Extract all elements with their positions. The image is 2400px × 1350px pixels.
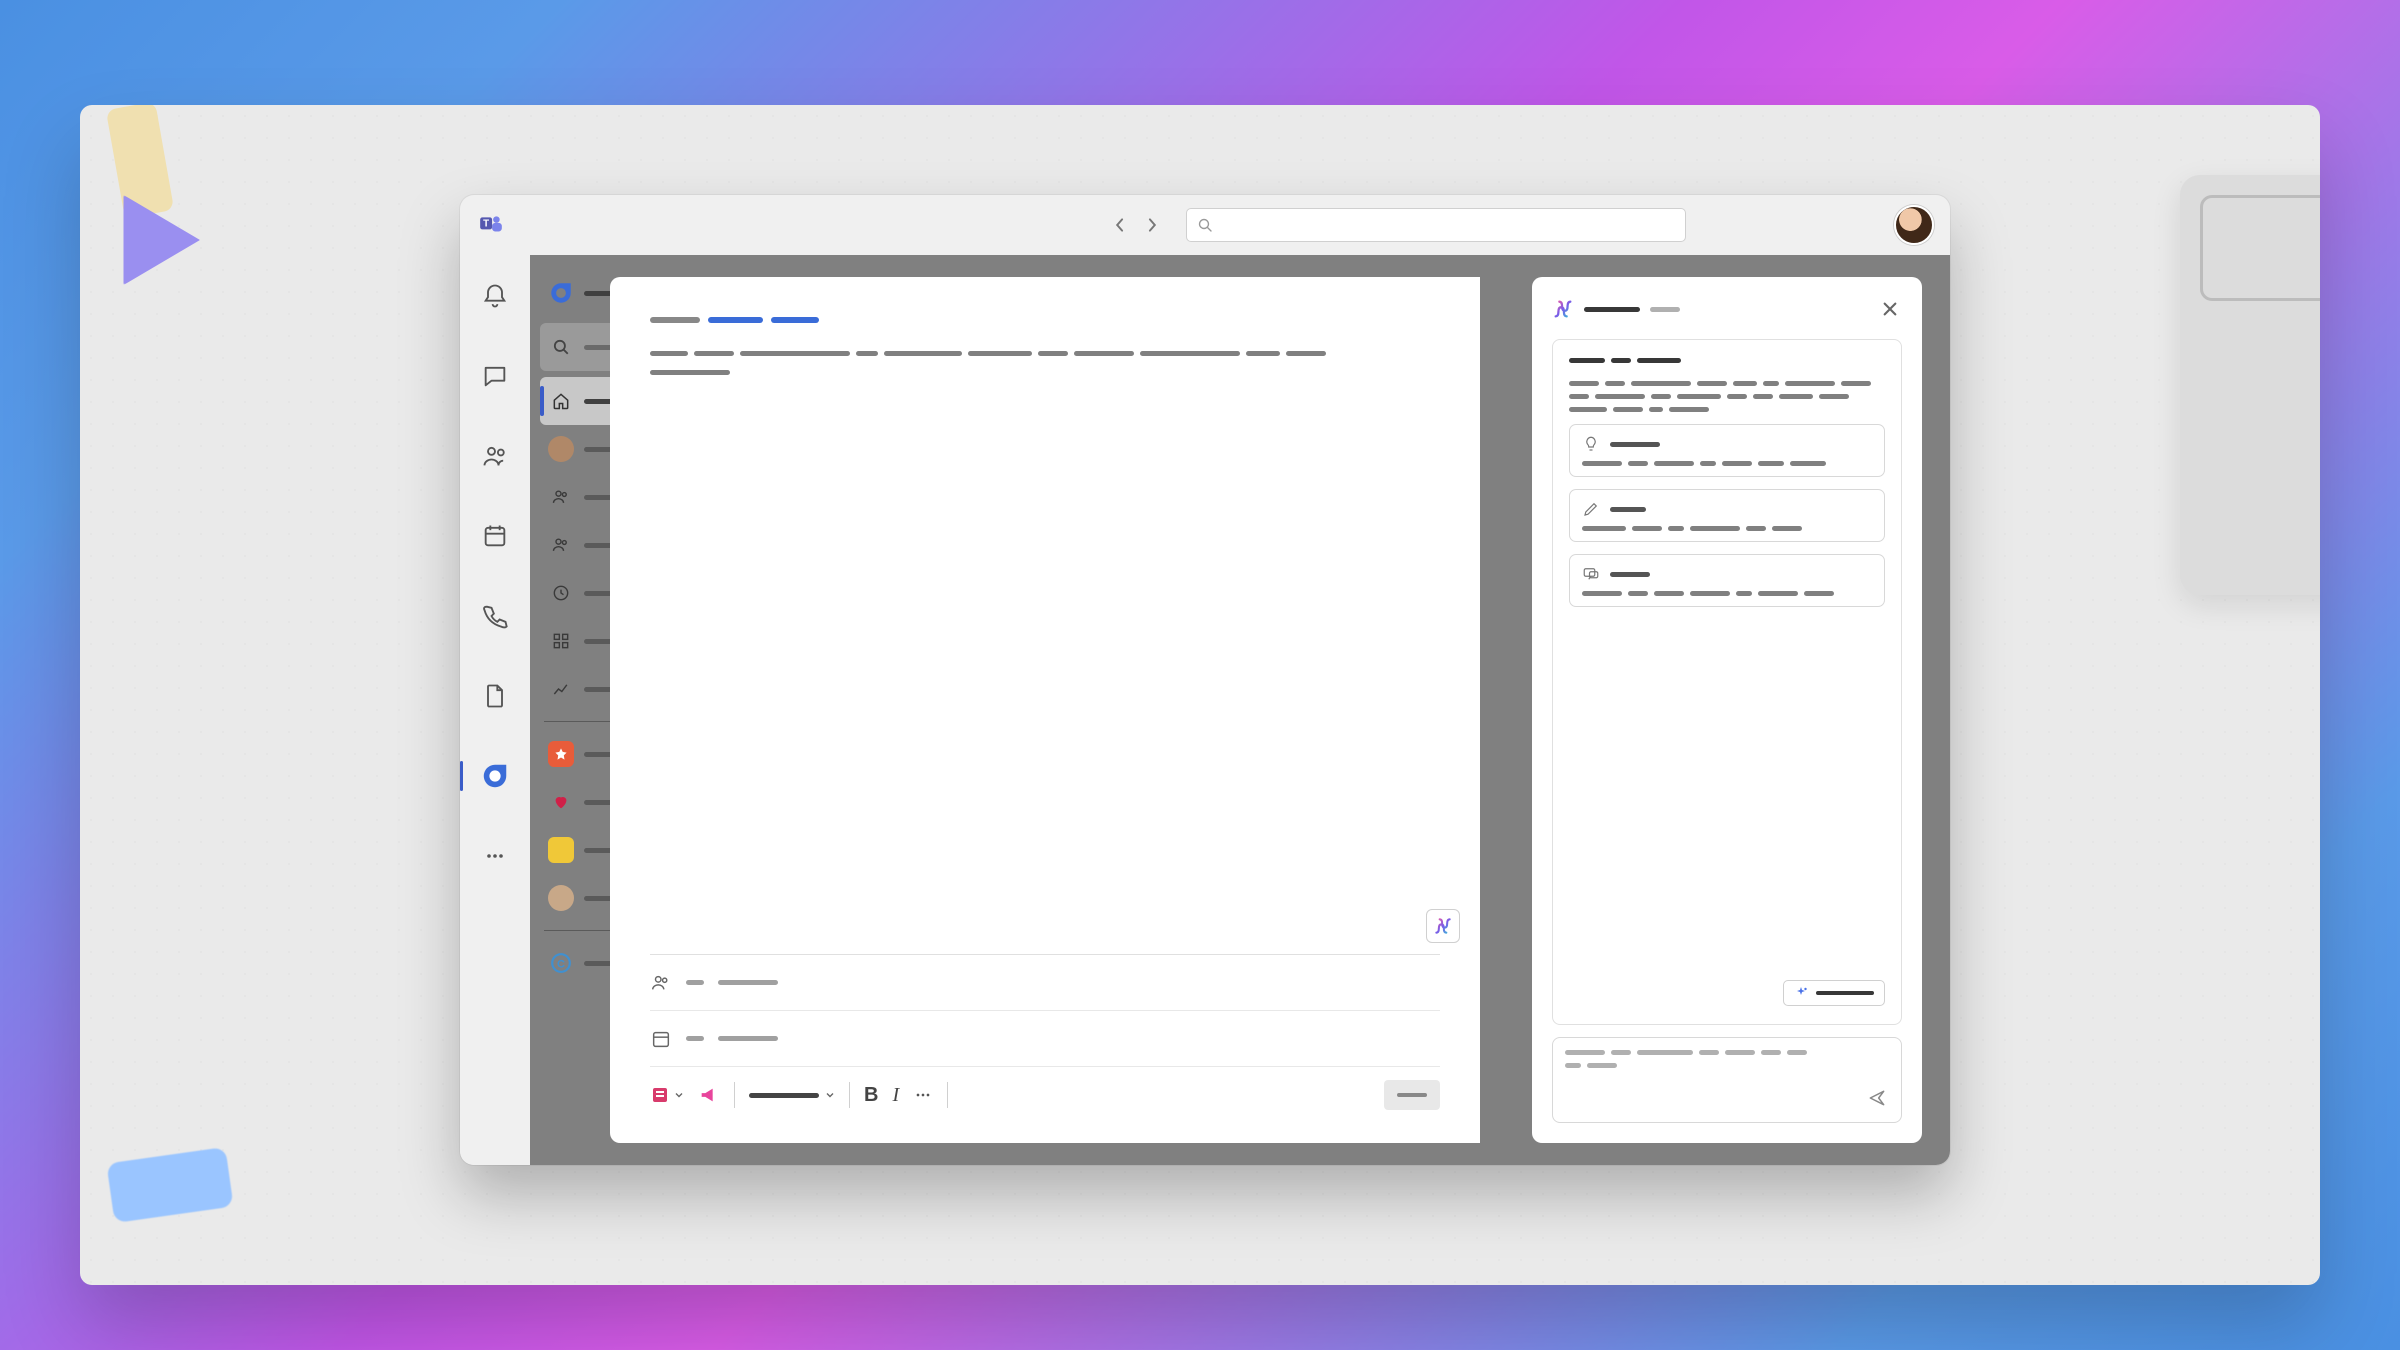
rail-loop[interactable]: [470, 751, 520, 801]
copilot-greeting: [1569, 358, 1885, 363]
teams-app-window: T: [460, 195, 1950, 1165]
clock-icon: [548, 580, 574, 606]
loop-workspace-icon: [548, 280, 574, 306]
copilot-panel: [1532, 277, 1922, 1143]
people-icon: [650, 972, 672, 994]
copilot-input[interactable]: [1552, 1037, 1902, 1123]
copilot-subtitle: [1650, 307, 1680, 312]
text-line: [650, 351, 1440, 356]
app-tile-icon: C: [548, 950, 574, 976]
titlebar: T: [460, 195, 1950, 255]
search-input[interactable]: [1186, 208, 1686, 242]
person-avatar-icon: [548, 885, 574, 911]
document-body[interactable]: [650, 351, 1440, 954]
template-button[interactable]: [650, 1080, 684, 1110]
svg-text:C: C: [557, 958, 565, 970]
nav-back-button[interactable]: [1106, 211, 1134, 239]
people-icon: [548, 484, 574, 510]
chat-icon: [1582, 565, 1600, 583]
close-button[interactable]: [1878, 297, 1902, 321]
rail-files[interactable]: [470, 671, 520, 721]
app-tile-icon: [548, 741, 574, 767]
rail-teams[interactable]: [470, 431, 520, 481]
person-avatar-icon: [548, 436, 574, 462]
copilot-intro: [1569, 381, 1885, 412]
people-icon: [548, 532, 574, 558]
breadcrumb-segment[interactable]: [771, 317, 819, 323]
home-icon: [548, 388, 574, 414]
svg-text:T: T: [483, 219, 489, 230]
grid-icon: [548, 628, 574, 654]
copilot-suggestion-card[interactable]: [1569, 554, 1885, 607]
rail-chat[interactable]: [470, 351, 520, 401]
breadcrumb[interactable]: [650, 317, 1440, 323]
teams-app-icon: T: [476, 210, 506, 240]
search-icon: [1197, 217, 1213, 233]
pencil-icon: [1582, 500, 1600, 518]
sparkle-icon: [1794, 986, 1808, 1000]
copilot-icon: [1552, 298, 1574, 320]
chart-icon: [548, 676, 574, 702]
nav-forward-button[interactable]: [1138, 211, 1166, 239]
chevron-down-icon: [674, 1090, 684, 1100]
decor-brush: [106, 105, 174, 219]
rail-calls[interactable]: [470, 591, 520, 641]
app-tile-icon: [548, 837, 574, 863]
breadcrumb-segment[interactable]: [650, 317, 700, 323]
copilot-title: [1584, 307, 1640, 312]
view-prompts-chip[interactable]: [1783, 980, 1885, 1006]
italic-button[interactable]: I: [892, 1080, 899, 1110]
more-formatting-button[interactable]: [913, 1080, 933, 1110]
announce-button[interactable]: [698, 1080, 720, 1110]
search-icon: [548, 334, 574, 360]
people-section[interactable]: [650, 955, 1440, 1011]
copilot-fab-button[interactable]: [1426, 909, 1460, 943]
loop-page: B I: [610, 277, 1480, 1143]
chevron-down-icon: [825, 1090, 835, 1100]
rail-calendar[interactable]: [470, 511, 520, 561]
copilot-suggestion-card[interactable]: [1569, 489, 1885, 542]
copilot-content: [1552, 339, 1902, 1025]
editor-toolbar: B I: [650, 1067, 1440, 1123]
breadcrumb-segment[interactable]: [708, 317, 763, 323]
decor-tablet: [2180, 175, 2320, 595]
calendar-icon: [650, 1028, 672, 1050]
app-tile-icon: [548, 789, 574, 815]
text-line: [650, 370, 1440, 375]
user-avatar[interactable]: [1894, 205, 1934, 245]
toolbar-action-button[interactable]: [1384, 1080, 1440, 1110]
app-rail: [460, 255, 530, 1165]
rail-activity[interactable]: [470, 271, 520, 321]
bulb-icon: [1582, 435, 1600, 453]
date-section[interactable]: [650, 1011, 1440, 1067]
decor-eraser: [106, 1147, 233, 1223]
rail-more[interactable]: [470, 831, 520, 881]
bold-button[interactable]: B: [864, 1080, 878, 1110]
send-button[interactable]: [1865, 1086, 1889, 1110]
copilot-suggestion-card[interactable]: [1569, 424, 1885, 477]
font-picker[interactable]: [749, 1080, 835, 1110]
